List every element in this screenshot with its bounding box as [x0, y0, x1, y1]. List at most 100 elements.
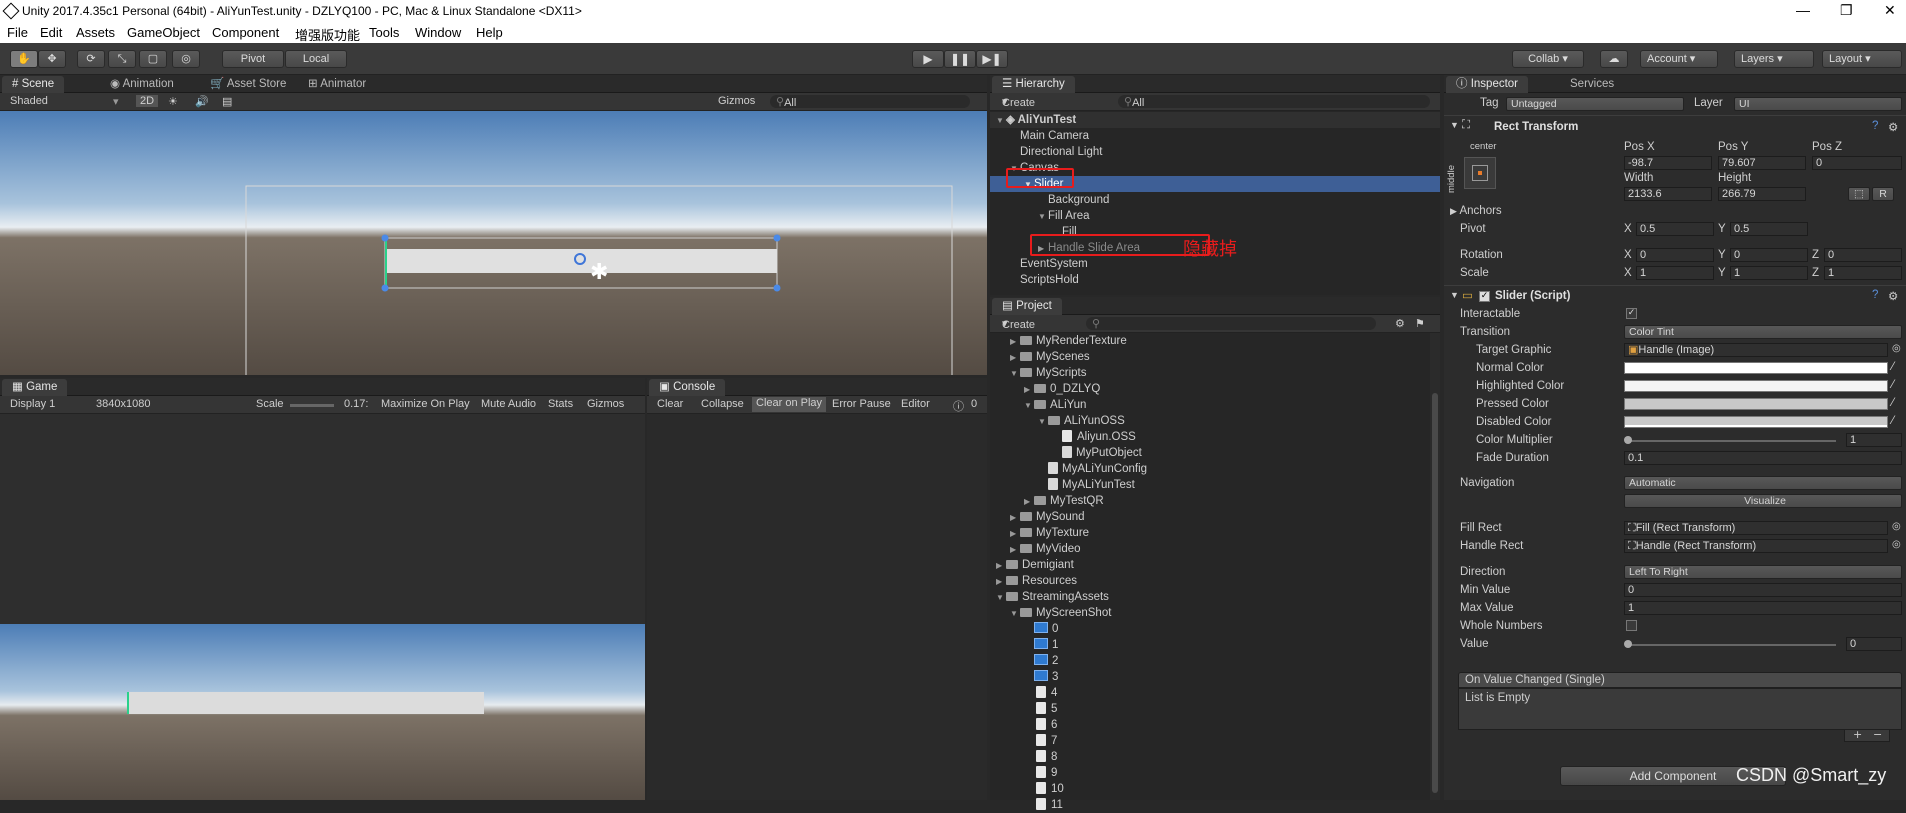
layers-dropdown[interactable]: Layers ▾: [1734, 50, 1814, 68]
color-multiplier-slider[interactable]: [1626, 440, 1836, 442]
tab-scene[interactable]: # Scene: [2, 76, 65, 93]
shading-dropdown[interactable]: Shaded: [10, 95, 48, 107]
project-item[interactable]: 2: [1034, 653, 1058, 669]
interactable-checkbox[interactable]: ✓: [1626, 308, 1637, 319]
eyedropper-icon[interactable]: ⁄: [1892, 379, 1894, 391]
help-icon[interactable]: ?: [1872, 289, 1878, 301]
pressed-color-field[interactable]: [1624, 398, 1888, 410]
2d-toggle[interactable]: 2D: [136, 95, 159, 107]
object-picker-icon[interactable]: ◎: [1892, 521, 1901, 532]
scale-z-field[interactable]: 1: [1824, 266, 1902, 280]
project-item[interactable]: ▶ MyScenes: [1010, 349, 1090, 365]
project-scrollbar-thumb[interactable]: [1432, 393, 1438, 793]
menu-assets[interactable]: Assets: [76, 25, 115, 40]
project-item[interactable]: MyALiYunTest: [1048, 477, 1135, 493]
eyedropper-icon[interactable]: ⁄: [1892, 397, 1894, 409]
color-multiplier-thumb[interactable]: [1624, 436, 1632, 444]
hierarchy-item-fill-area[interactable]: ▼ Fill Area: [1038, 208, 1090, 224]
fade-duration-field[interactable]: 0.1: [1624, 451, 1902, 465]
disabled-color-field[interactable]: [1624, 416, 1888, 428]
account-dropdown[interactable]: Account ▾: [1640, 50, 1718, 68]
project-item[interactable]: ▶ MyTestQR: [1024, 493, 1104, 509]
tab-animator[interactable]: ⊞ Animator: [298, 76, 376, 93]
menu-enhanced[interactable]: 增强版功能: [295, 25, 360, 44]
close-button[interactable]: ✕: [1884, 2, 1896, 19]
project-item[interactable]: ▼ MyScreenShot: [1010, 605, 1111, 621]
highlighted-color-field[interactable]: [1624, 380, 1888, 392]
transition-dropdown[interactable]: Color Tint: [1624, 325, 1902, 339]
project-create-dropdown[interactable]: Create ▾: [1002, 317, 1035, 331]
pause-button[interactable]: ❚❚: [944, 50, 976, 68]
project-item[interactable]: ▶ 0_DZLYQ: [1024, 381, 1100, 397]
scale-x-field[interactable]: 1: [1636, 266, 1714, 280]
console-editor-dropdown[interactable]: Editor: [901, 398, 930, 410]
pos-z-field[interactable]: 0: [1812, 156, 1902, 170]
mute-audio-toggle[interactable]: Mute Audio: [481, 398, 536, 410]
lighting-icon[interactable]: ☀: [168, 95, 178, 108]
width-field[interactable]: 2133.6: [1624, 187, 1712, 201]
menu-component[interactable]: Component: [212, 25, 279, 40]
console-collapse-toggle[interactable]: Collapse: [701, 398, 744, 410]
pivot-x-field[interactable]: 0.5: [1636, 222, 1714, 236]
handle-rect-field[interactable]: ⛶Handle (Rect Transform): [1624, 539, 1888, 553]
eyedropper-icon[interactable]: ⁄: [1892, 361, 1894, 373]
foldout-arrow-icon[interactable]: ▼: [1450, 290, 1459, 300]
project-item[interactable]: MyPutObject: [1062, 445, 1142, 461]
local-toggle[interactable]: Local: [285, 50, 347, 68]
project-item[interactable]: 8: [1036, 749, 1057, 765]
help-icon[interactable]: ?: [1872, 120, 1878, 132]
project-item[interactable]: ▶ MyTexture: [1010, 525, 1089, 541]
event-remove-button[interactable]: −: [1873, 729, 1882, 740]
project-item[interactable]: 10: [1036, 781, 1064, 797]
color-multiplier-field[interactable]: 1: [1846, 433, 1902, 447]
raw-edit-button[interactable]: R: [1872, 187, 1894, 201]
project-item[interactable]: ▼ StreamingAssets: [996, 589, 1109, 605]
console-error-pause-toggle[interactable]: Error Pause: [832, 398, 891, 410]
project-item[interactable]: ▶ MyRenderTexture: [1010, 333, 1127, 349]
value-slider-thumb[interactable]: [1624, 640, 1632, 648]
tag-dropdown[interactable]: Untagged: [1506, 97, 1684, 111]
pos-x-field[interactable]: -98.7: [1624, 156, 1712, 170]
scene-view[interactable]: ✱: [0, 111, 987, 375]
object-picker-icon[interactable]: ◎: [1892, 343, 1901, 354]
hierarchy-item-main-camera[interactable]: Main Camera: [1020, 128, 1089, 144]
project-item[interactable]: 5: [1036, 701, 1057, 717]
settings-gear-icon[interactable]: ⚙: [1888, 120, 1898, 134]
navigation-dropdown[interactable]: Automatic: [1624, 476, 1902, 490]
project-item[interactable]: 11: [1036, 797, 1063, 813]
resolution-dropdown[interactable]: 3840x1080: [96, 398, 150, 410]
rot-x-field[interactable]: 0: [1636, 248, 1714, 262]
rect-tool-icon[interactable]: ▢: [139, 50, 167, 68]
project-item[interactable]: ▶ MySound: [1010, 509, 1085, 525]
tab-hierarchy[interactable]: ☰ Hierarchy: [992, 76, 1075, 93]
console-clear-on-play-toggle[interactable]: Clear on Play: [752, 397, 827, 412]
scale-tool-icon[interactable]: ⤡: [108, 50, 136, 68]
hierarchy-search-input[interactable]: ⚲ All: [1118, 95, 1430, 109]
tab-game[interactable]: ▦ Game: [2, 379, 68, 396]
pos-y-field[interactable]: 79.607: [1718, 156, 1806, 170]
rot-z-field[interactable]: 0: [1824, 248, 1902, 262]
scene-gizmos-dropdown[interactable]: Gizmos: [718, 95, 755, 107]
hierarchy-create-dropdown[interactable]: Create ▾: [1002, 95, 1035, 109]
project-item[interactable]: ▼ ALiYun: [1024, 397, 1086, 413]
scene-search-input[interactable]: ⚲ All: [770, 95, 970, 109]
menu-tools[interactable]: Tools: [369, 25, 399, 40]
menu-window[interactable]: Window: [415, 25, 461, 40]
scale-y-field[interactable]: 1: [1730, 266, 1808, 280]
maximize-on-play-toggle[interactable]: Maximize On Play: [381, 398, 470, 410]
anchor-preset-button[interactable]: [1464, 157, 1496, 189]
project-item[interactable]: 7: [1036, 733, 1057, 749]
display-dropdown[interactable]: Display 1: [10, 398, 55, 410]
move-tool-icon[interactable]: ✥: [38, 50, 66, 68]
console-info-icon[interactable]: ⓘ: [953, 398, 964, 414]
project-item[interactable]: ▶ MyVideo: [1010, 541, 1081, 557]
layer-dropdown[interactable]: UI: [1734, 97, 1902, 111]
audio-icon[interactable]: 🔊: [195, 95, 209, 108]
project-item[interactable]: 3: [1034, 669, 1058, 685]
scale-slider[interactable]: [290, 404, 334, 407]
hierarchy-item-background[interactable]: Background: [1048, 192, 1109, 208]
project-item[interactable]: ▶ Resources: [996, 573, 1077, 589]
filter-label-icon[interactable]: ⚑: [1415, 317, 1425, 330]
scene-row[interactable]: ▼ ◈ AliYunTest: [990, 112, 1440, 128]
console-clear-button[interactable]: Clear: [657, 398, 683, 410]
